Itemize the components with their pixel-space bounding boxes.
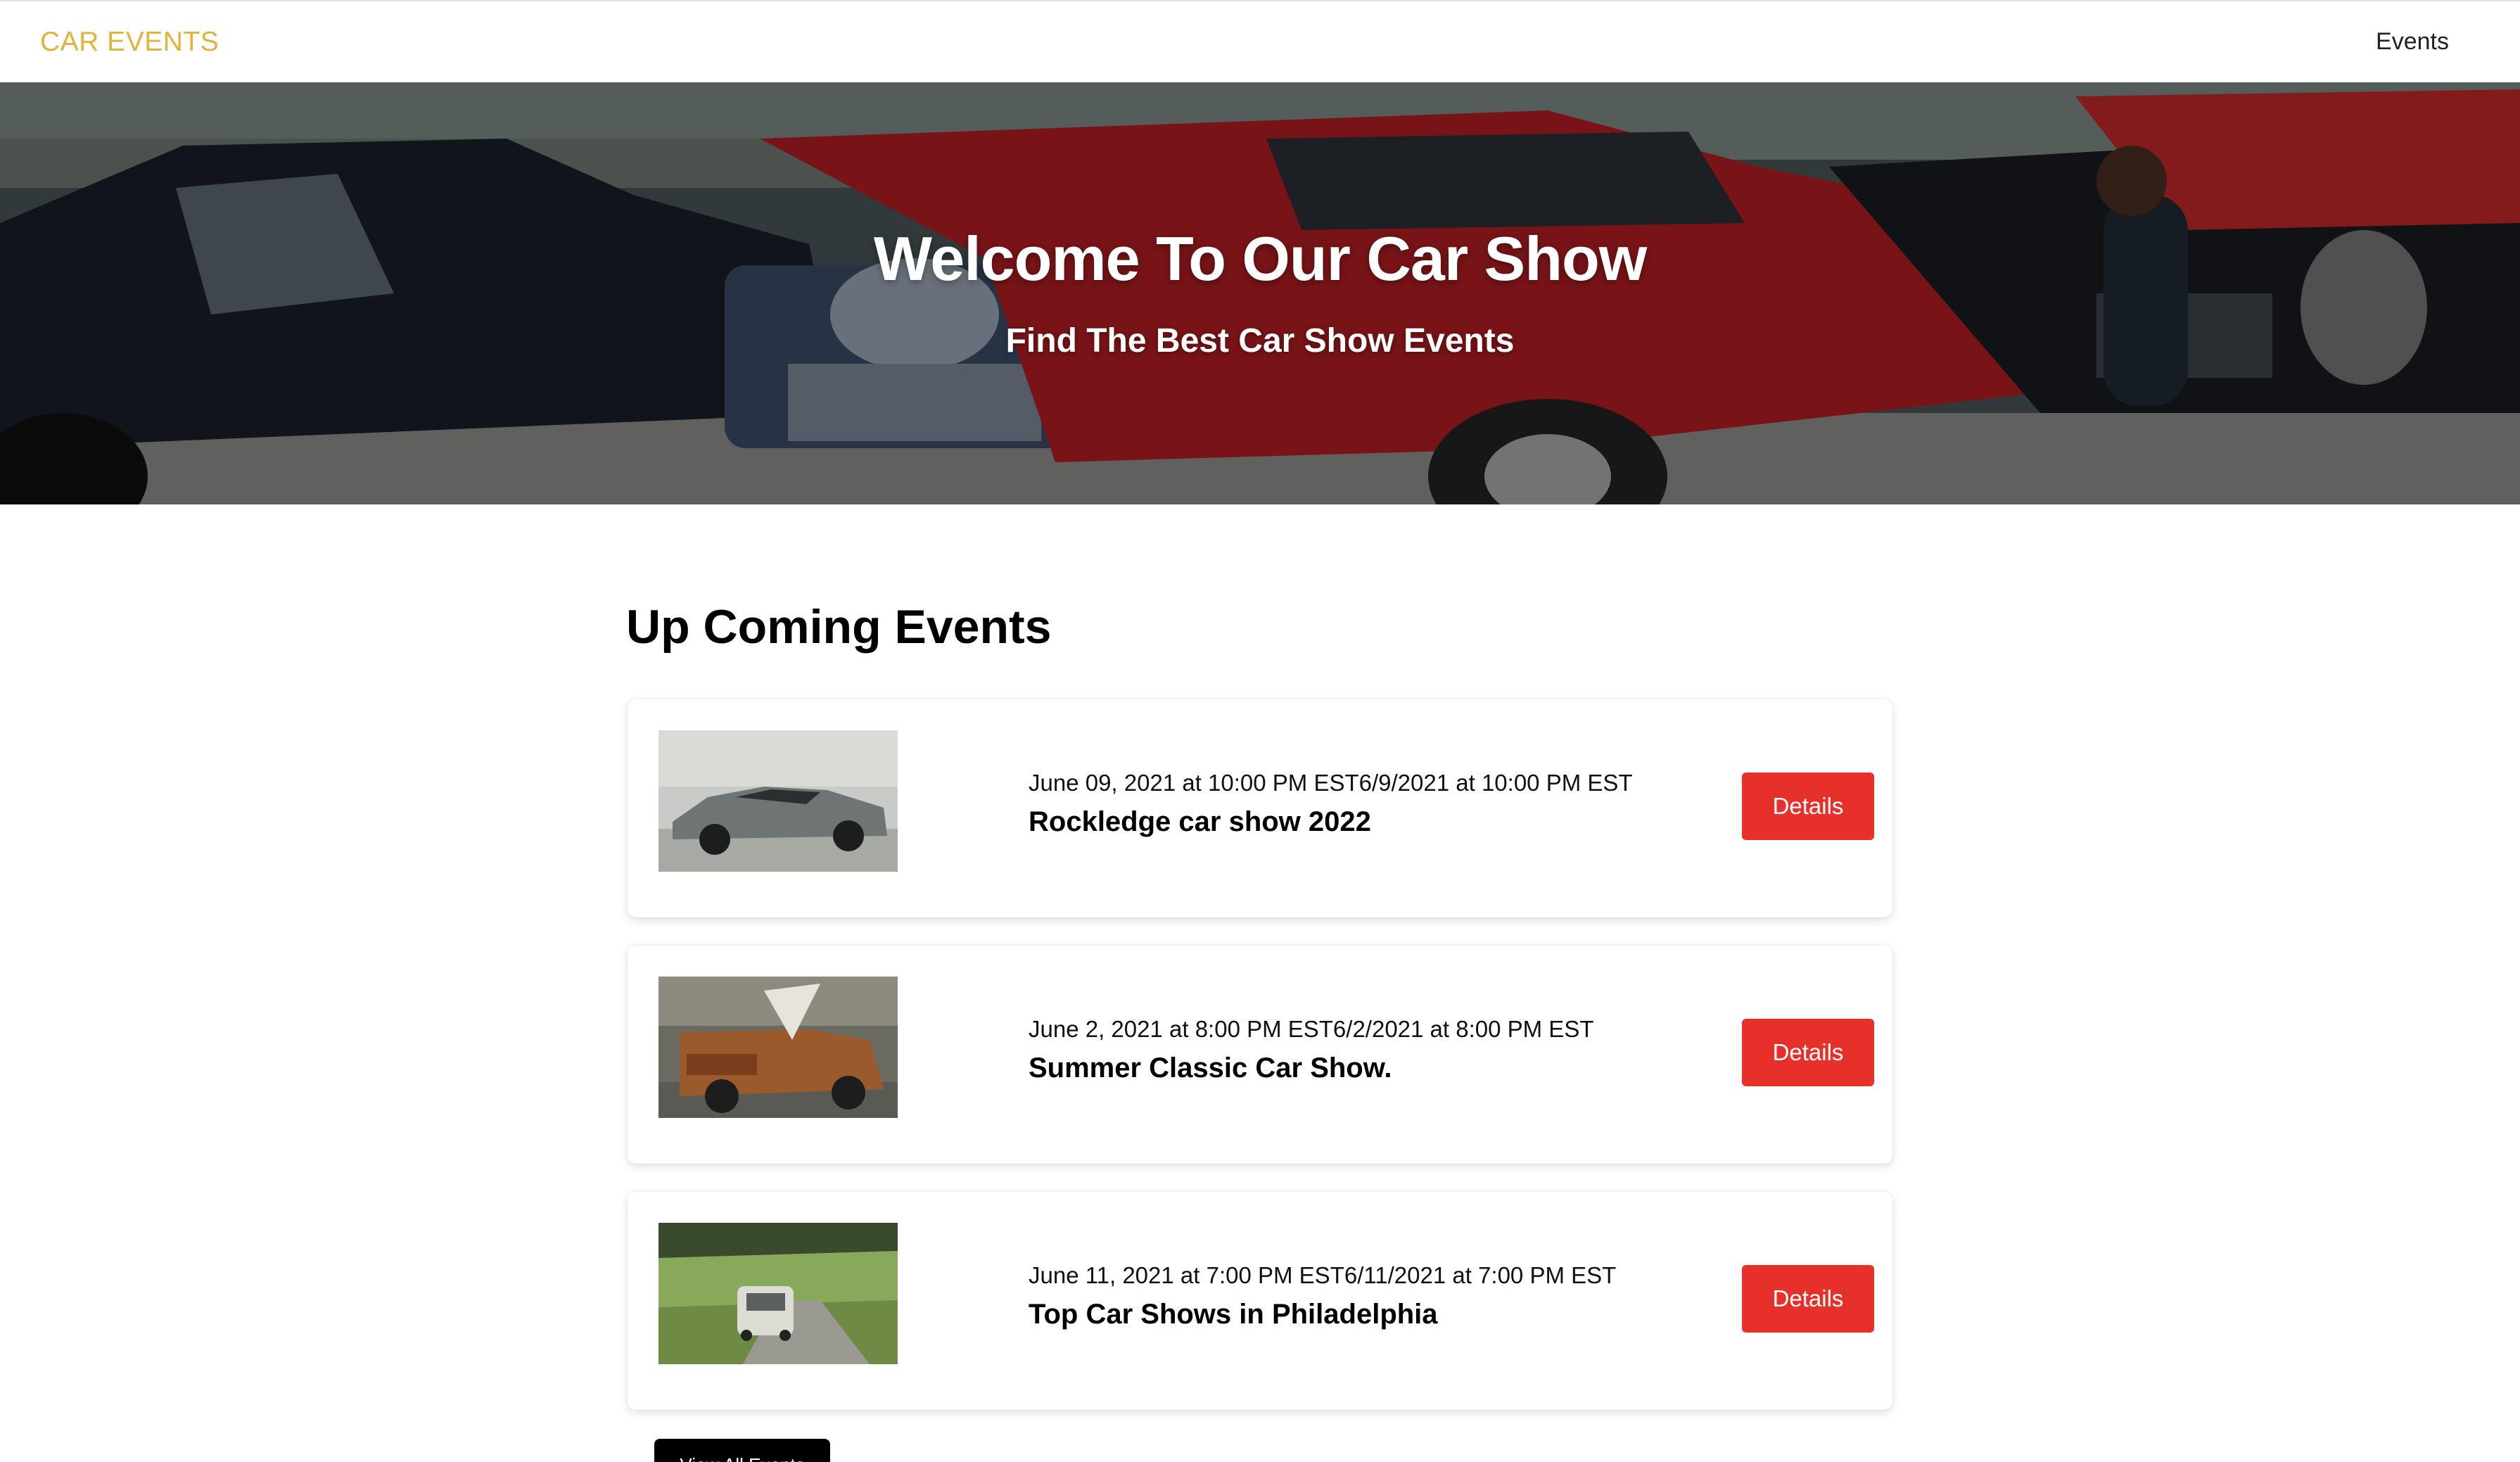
brand-logo-link[interactable]: CAR EVENTS [40,27,219,58]
event-card: June 09, 2021 at 10:00 PM EST6/9/2021 at… [628,699,1892,917]
event-date: June 11, 2021 at 7:00 PM EST6/11/2021 at… [1029,1262,1617,1288]
rusty-truck-image [658,977,898,1118]
event-thumbnail [658,730,898,872]
view-all-events-button[interactable]: View All Events [654,1439,830,1462]
hero-subtitle: Find The Best Car Show Events [1005,322,1515,360]
hero-banner: Welcome To Our Car Show Find The Best Ca… [0,82,2520,504]
event-date: June 2, 2021 at 8:00 PM EST6/2/2021 at 8… [1029,1016,1594,1042]
nav-events-link[interactable]: Events [2376,28,2449,56]
vintage-car-road-image [658,1223,898,1364]
event-card: June 2, 2021 at 8:00 PM EST6/2/2021 at 8… [628,946,1892,1164]
details-button[interactable]: Details [1742,1265,1874,1333]
event-thumbnail [658,1223,898,1364]
details-button[interactable]: Details [1742,1019,1874,1086]
details-button[interactable]: Details [1742,773,1874,840]
event-name: Summer Classic Car Show. [1029,1053,1392,1083]
event-card: June 11, 2021 at 7:00 PM EST6/11/2021 at… [628,1192,1892,1410]
gray-sports-car-image [658,730,898,872]
upcoming-events-heading: Up Coming Events [626,600,1052,654]
hero-title: Welcome To Our Car Show [873,224,1647,293]
event-name: Rockledge car show 2022 [1029,806,1371,837]
event-date: June 09, 2021 at 10:00 PM EST6/9/2021 at… [1029,770,1633,796]
event-name: Top Car Shows in Philadelphia [1029,1299,1438,1330]
top-navbar: CAR EVENTS Events [0,0,2520,82]
event-thumbnail [658,977,898,1118]
